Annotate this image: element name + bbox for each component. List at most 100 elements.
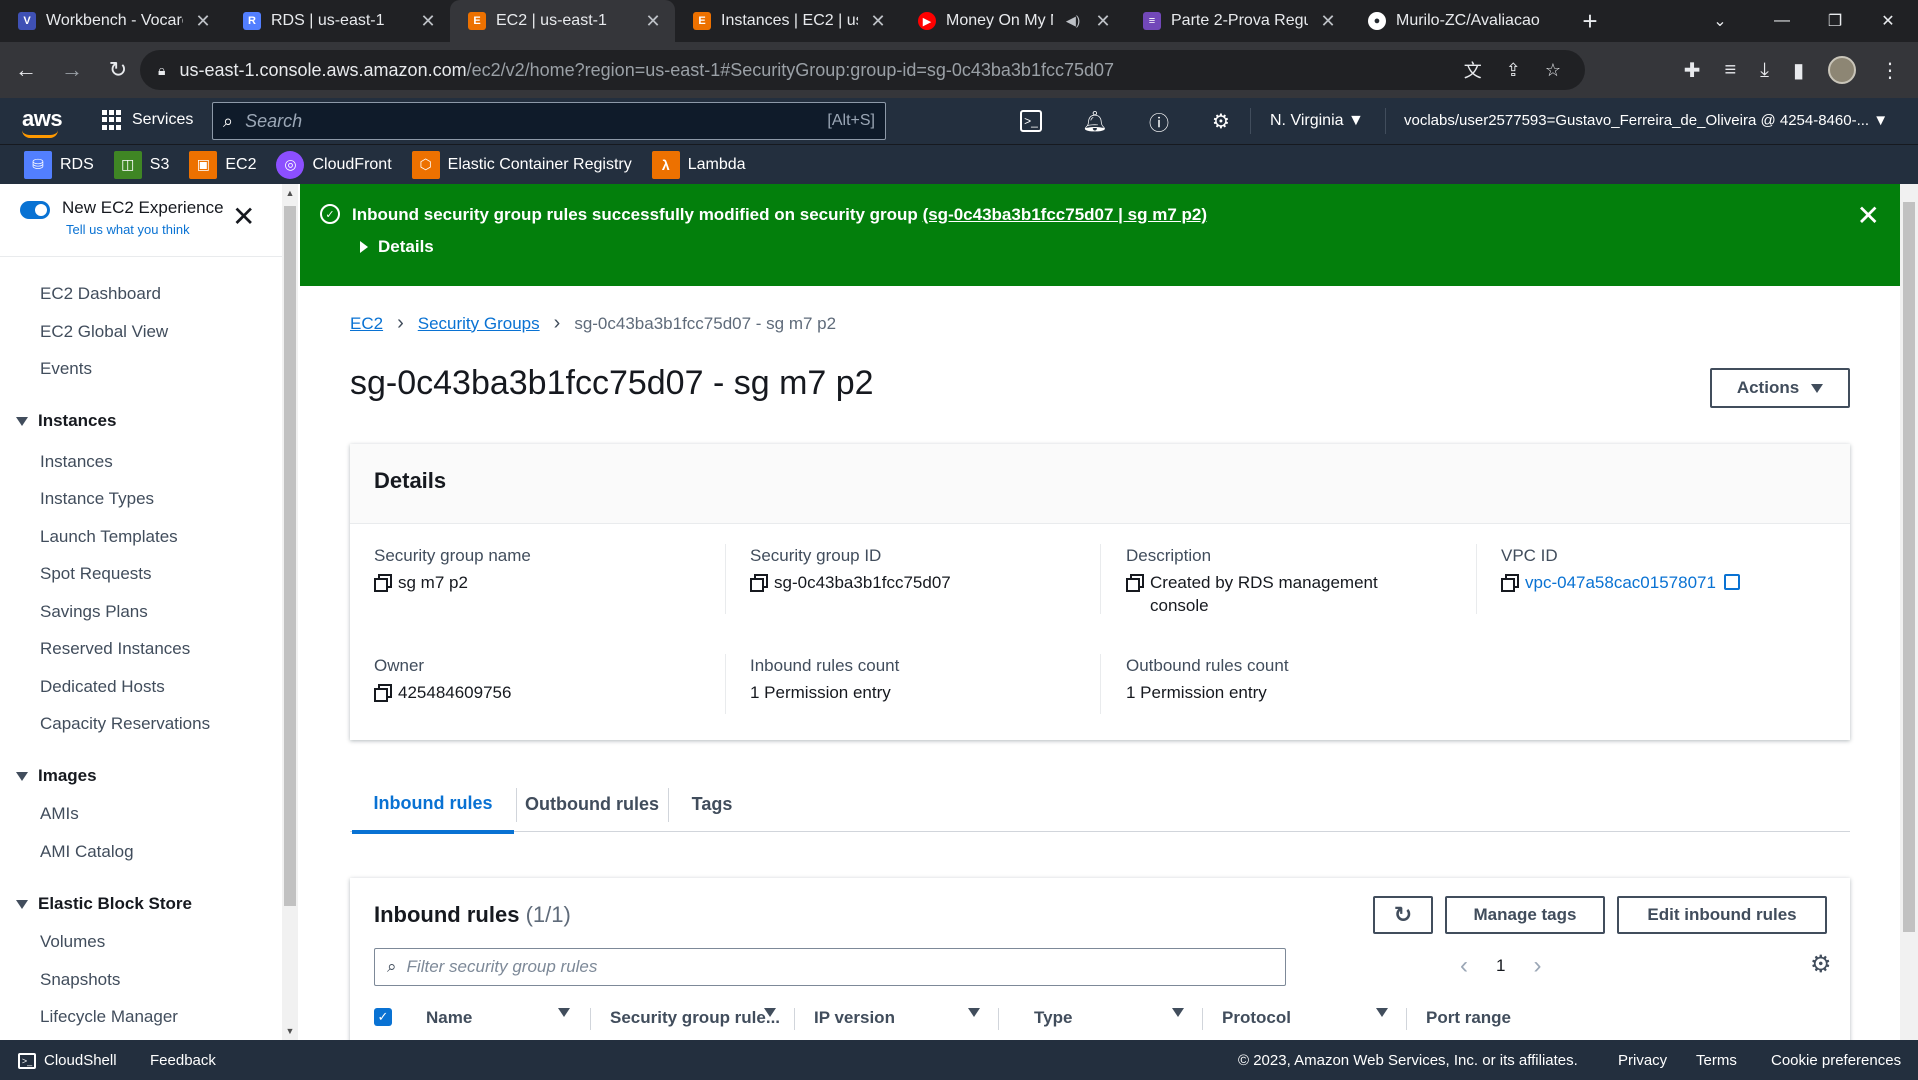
manage-tags-button[interactable]: Manage tags	[1445, 896, 1605, 934]
breadcrumb-security-groups[interactable]: Security Groups	[418, 314, 540, 334]
tab-close-icon[interactable]: ✕	[1318, 11, 1338, 32]
services-menu-button[interactable]: Services	[102, 110, 193, 130]
new-experience-toggle[interactable]: New EC2 Experience Tell us what you thin…	[20, 198, 224, 237]
sidebar-scrollbar[interactable]: ▲ ▼	[282, 184, 298, 1040]
prev-page-icon[interactable]: ‹	[1460, 952, 1468, 980]
cloudshell-button[interactable]: >_ CloudShell	[18, 1052, 117, 1069]
toggle-switch[interactable]	[20, 201, 50, 219]
tab-close-icon[interactable]: ✕	[193, 11, 213, 32]
profile-avatar[interactable]	[1828, 56, 1856, 84]
sidebar-section-images[interactable]: Images	[16, 766, 97, 786]
sort-icon[interactable]	[764, 1008, 776, 1017]
tab-close-icon[interactable]: ✕	[643, 11, 663, 32]
tab-close-icon[interactable]: ✕	[1093, 11, 1113, 32]
select-all-checkbox[interactable]: ✓	[374, 1008, 392, 1026]
extensions-icon[interactable]: ✚	[1684, 58, 1701, 83]
sort-icon[interactable]	[1376, 1008, 1388, 1017]
reading-list-icon[interactable]: ≡	[1724, 59, 1736, 82]
cloudshell-icon[interactable]: >_	[1020, 110, 1042, 132]
speaker-icon[interactable]: ◀)	[1063, 13, 1083, 29]
sidebar-item-events[interactable]: Events	[40, 359, 92, 379]
table-preferences-gear-icon[interactable]: ⚙	[1810, 950, 1832, 979]
tab-close-icon[interactable]: ✕	[868, 11, 888, 32]
sidebar-item-reserved-instances[interactable]: Reserved Instances	[40, 639, 190, 659]
copy-icon[interactable]	[750, 574, 768, 592]
sidebar-item-lifecycle-manager[interactable]: Lifecycle Manager	[40, 1007, 178, 1027]
sidebar-section-instances[interactable]: Instances	[16, 411, 116, 431]
actions-button[interactable]: Actions	[1710, 368, 1850, 408]
favorite-ecr[interactable]: ⬡ Elastic Container Registry	[411, 150, 632, 179]
feedback-button[interactable]: Feedback	[150, 1052, 216, 1069]
sidebar-item-dedicated-hosts[interactable]: Dedicated Hosts	[40, 677, 165, 697]
reload-icon[interactable]: ↻	[98, 50, 138, 90]
close-window-icon[interactable]: ✕	[1858, 0, 1918, 42]
main-scrollbar[interactable]	[1900, 184, 1918, 1040]
back-icon[interactable]: ←	[6, 50, 46, 90]
sidebar-item-launch-templates[interactable]: Launch Templates	[40, 527, 178, 547]
minimize-icon[interactable]: —	[1752, 0, 1812, 42]
download-icon[interactable]: ⤓	[1760, 59, 1769, 82]
url-field[interactable]: 🔒︎ us-east-1.console.aws.amazon.com/ec2/…	[140, 50, 1585, 90]
column-header-sg-rule[interactable]: Security group rule...	[610, 1008, 780, 1028]
sort-icon[interactable]	[1172, 1008, 1184, 1017]
side-panel-icon[interactable]: ▮	[1793, 58, 1804, 83]
forward-icon[interactable]: →	[52, 50, 92, 90]
vpc-link[interactable]: vpc-047a58cac01578071	[1525, 572, 1716, 595]
aws-logo[interactable]: aws	[22, 106, 63, 138]
browser-tab[interactable]: E Instances | EC2 | us-east-1 ✕	[675, 0, 900, 42]
column-header-ip-version[interactable]: IP version	[814, 1008, 895, 1028]
cookie-preferences-link[interactable]: Cookie preferences	[1771, 1052, 1901, 1069]
feedback-link[interactable]: Tell us what you think	[66, 222, 224, 237]
column-header-protocol[interactable]: Protocol	[1222, 1008, 1291, 1028]
browser-tab[interactable]: V Workbench - Vocareum ✕	[0, 0, 225, 42]
copy-icon[interactable]	[374, 574, 392, 592]
browser-menu-icon[interactable]: ⋮	[1880, 58, 1900, 83]
tab-close-icon[interactable]: ✕	[418, 11, 438, 32]
sidebar-item-capacity-reservations[interactable]: Capacity Reservations	[40, 714, 210, 734]
sidebar-item-ec2-global-view[interactable]: EC2 Global View	[40, 322, 168, 342]
favorite-rds[interactable]: ⛁ RDS	[24, 150, 94, 179]
sort-icon[interactable]	[558, 1008, 570, 1017]
browser-tab[interactable]: ● Murilo-ZC/Avaliacao	[1350, 0, 1570, 42]
restore-icon[interactable]: ❐	[1805, 0, 1865, 42]
share-icon[interactable]: ⇪	[1506, 60, 1521, 81]
favorite-ec2[interactable]: ▣ EC2	[189, 150, 256, 179]
dismiss-flash-icon[interactable]: ✕	[1857, 199, 1880, 232]
tab-tags[interactable]: Tags	[670, 776, 754, 832]
bookmark-star-icon[interactable]: ☆	[1545, 60, 1561, 81]
current-page[interactable]: 1	[1496, 956, 1505, 976]
translate-icon[interactable]: 文	[1464, 57, 1482, 83]
sidebar-item-savings-plans[interactable]: Savings Plans	[40, 602, 148, 622]
close-sidebar-icon[interactable]: ✕	[232, 200, 255, 233]
column-header-type[interactable]: Type	[1034, 1008, 1072, 1028]
external-link-icon[interactable]	[1723, 574, 1740, 590]
sidebar-item-ami-catalog[interactable]: AMI Catalog	[40, 842, 134, 862]
flash-sg-link[interactable]: (sg-0c43ba3b1fcc75d07 | sg m7 p2)	[923, 205, 1207, 224]
favorite-lambda[interactable]: λ Lambda	[651, 150, 746, 179]
sort-icon[interactable]	[968, 1008, 980, 1017]
sidebar-item-spot-requests[interactable]: Spot Requests	[40, 564, 152, 584]
sidebar-item-instances[interactable]: Instances	[40, 452, 113, 472]
privacy-link[interactable]: Privacy	[1618, 1052, 1667, 1069]
sidebar-item-ec2-dashboard[interactable]: EC2 Dashboard	[40, 284, 161, 304]
breadcrumb-ec2[interactable]: EC2	[350, 314, 383, 334]
new-tab-button[interactable]: +	[1570, 0, 1610, 42]
browser-tab-active[interactable]: E EC2 | us-east-1 ✕	[450, 0, 675, 42]
browser-tab[interactable]: ≡ Parte 2-Prova Regular ✕	[1125, 0, 1350, 42]
tab-outbound-rules[interactable]: Outbound rules	[518, 776, 666, 832]
refresh-button[interactable]: ↻	[1373, 896, 1433, 934]
sidebar-item-amis[interactable]: AMIs	[40, 804, 79, 824]
edit-inbound-rules-button[interactable]: Edit inbound rules	[1617, 896, 1827, 934]
browser-tab[interactable]: ▶ Money On My Mind ◀) ✕	[900, 0, 1125, 42]
copy-icon[interactable]	[374, 684, 392, 702]
terms-link[interactable]: Terms	[1696, 1052, 1737, 1069]
filter-rules-input[interactable]: ⌕ Filter security group rules	[374, 948, 1286, 986]
copy-icon[interactable]	[1126, 574, 1144, 592]
column-header-name[interactable]: Name	[426, 1008, 472, 1028]
sidebar-section-elastic-block-store[interactable]: Elastic Block Store	[16, 894, 192, 914]
region-selector[interactable]: N. Virginia ▼	[1270, 112, 1364, 130]
aws-search-input[interactable]: ⌕ Search [Alt+S]	[212, 102, 886, 140]
column-header-port-range[interactable]: Port range	[1426, 1008, 1511, 1028]
account-menu[interactable]: voclabs/user2577593=Gustavo_Ferreira_de_…	[1404, 112, 1888, 129]
browser-tab[interactable]: R RDS | us-east-1 ✕	[225, 0, 450, 42]
